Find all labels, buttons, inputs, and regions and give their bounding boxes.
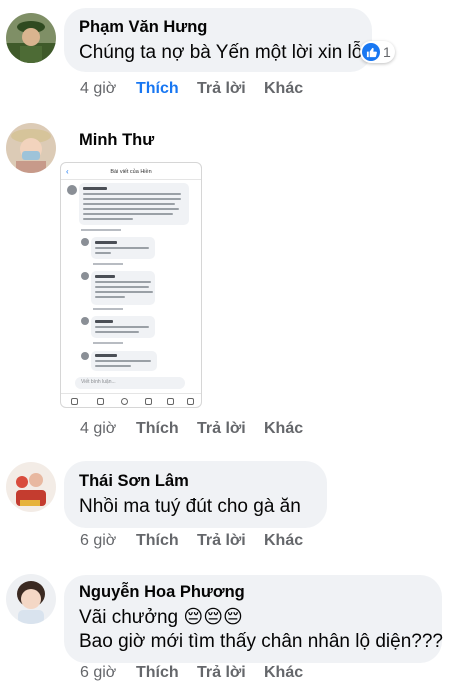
avatar-image — [6, 574, 56, 624]
notifications-icon — [167, 398, 174, 405]
comment-timestamp[interactable]: 4 giờ — [80, 420, 116, 438]
comment-text-line-2: Bao giờ mới tìm thấy chân nhân lộ diện??… — [79, 631, 443, 652]
like-button[interactable]: Thích — [136, 532, 179, 550]
avatar[interactable] — [6, 123, 56, 173]
profile-icon — [121, 398, 128, 405]
more-button[interactable]: Khác — [264, 420, 303, 438]
reply-button[interactable]: Trả lời — [197, 664, 246, 682]
reaction-count-label: 1 — [383, 44, 391, 60]
comment-text: Chúng ta nợ bà Yến một lời xin lỗi — [79, 42, 367, 63]
comment-actions: 6 giờ Thích Trả lời Khác — [80, 664, 340, 684]
comment-timestamp[interactable]: 6 giờ — [80, 664, 116, 682]
comment-actions: 6 giờ Thích Trả lời Khác — [80, 532, 340, 552]
groups-icon — [145, 398, 152, 405]
more-button[interactable]: Khác — [264, 532, 303, 550]
avatar — [81, 317, 89, 325]
comment-author[interactable]: Phạm Văn Hưng — [79, 18, 207, 37]
avatar — [81, 272, 89, 280]
comment-input-placeholder: Viết bình luận... — [81, 379, 116, 385]
reply-button[interactable]: Trả lời — [197, 80, 246, 98]
avatar — [81, 238, 89, 246]
comment-author[interactable]: Nguyễn Hoa Phương — [79, 583, 245, 602]
reply-button[interactable]: Trả lời — [197, 420, 246, 438]
like-button[interactable]: Thích — [136, 80, 179, 98]
comment-timestamp[interactable]: 6 giờ — [80, 532, 116, 550]
home-icon — [71, 398, 78, 405]
screenshot-post-title: Bài viết của Hiền — [110, 169, 152, 175]
reply-button[interactable]: Trả lời — [197, 532, 246, 550]
comment-actions: 4 giờ Thích Trả lời Khác — [80, 80, 340, 100]
reaction-count[interactable]: 1 — [360, 41, 395, 63]
comment-timestamp[interactable]: 4 giờ — [80, 80, 116, 98]
avatar[interactable] — [6, 13, 56, 63]
bottom-nav — [61, 393, 201, 407]
avatar-image — [6, 123, 56, 173]
like-button[interactable]: Thích — [136, 664, 179, 682]
comment-author[interactable]: Minh Thư — [79, 131, 154, 150]
like-reaction-icon — [362, 43, 380, 61]
avatar-image — [6, 13, 56, 63]
more-button[interactable]: Khác — [264, 664, 303, 682]
comment-text-line-1: Vãi chưởng 😔😔😔 — [79, 607, 243, 628]
more-button[interactable]: Khác — [264, 80, 303, 98]
avatar[interactable] — [6, 462, 56, 512]
avatar — [67, 185, 77, 195]
avatar-image — [6, 462, 56, 512]
menu-icon — [187, 398, 194, 405]
comment-author[interactable]: Thái Sơn Lâm — [79, 472, 189, 491]
comment-attached-screenshot[interactable]: ‹ Bài viết của Hiền Viết bình luận... — [60, 162, 202, 408]
video-icon — [97, 398, 104, 405]
comment-actions: 4 giờ Thích Trả lời Khác — [80, 420, 340, 440]
divider — [61, 179, 201, 180]
comment-text: Nhồi ma tuý đút cho gà ăn — [79, 496, 301, 517]
like-button[interactable]: Thích — [136, 420, 179, 438]
avatar — [81, 352, 89, 360]
avatar[interactable] — [6, 574, 56, 624]
